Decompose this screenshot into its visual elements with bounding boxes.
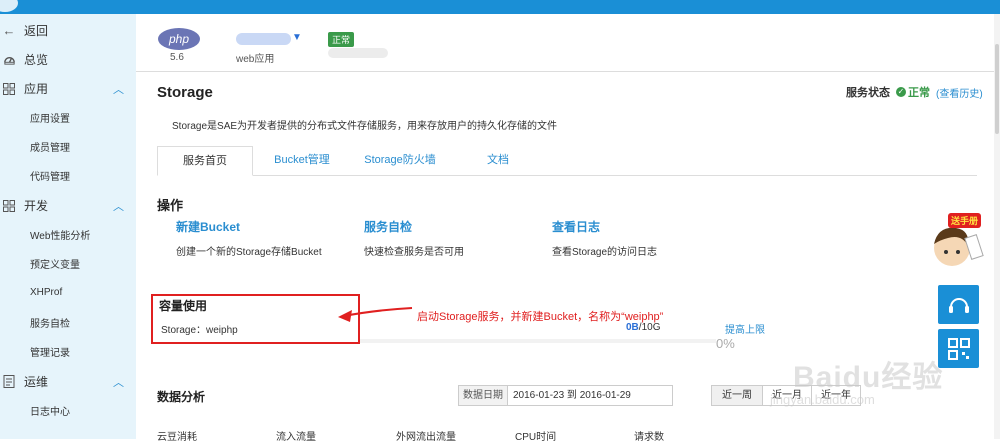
sidebar-overview[interactable]: 总览 <box>0 45 136 74</box>
tab-storage-firewall[interactable]: Storage防火墙 <box>357 146 443 176</box>
column-header: 外网流出流量 <box>396 432 456 443</box>
watermark: Baidu经验 <box>793 361 944 394</box>
app-domain-redacted <box>328 48 388 58</box>
top-bar <box>0 0 1000 14</box>
chevron-up-icon: ︿ <box>113 83 124 96</box>
sidebar-item-label: 代码管理 <box>30 172 70 183</box>
scrollbar[interactable] <box>994 14 1000 439</box>
view-logs-desc: 查看Storage的访问日志 <box>552 247 658 258</box>
grid-icon <box>2 82 16 96</box>
sidebar-item-web-perf[interactable]: Web性能分析 <box>0 220 136 249</box>
support-button[interactable] <box>938 285 979 324</box>
chevron-up-icon: ︿ <box>113 376 124 389</box>
sidebar-item-label: 服务自检 <box>30 319 70 330</box>
qrcode-icon <box>947 337 970 360</box>
service-status: 服务状态 ✓ 正常 (查看历史) <box>846 84 983 100</box>
raise-limit-link[interactable]: 提高上限 <box>725 321 765 336</box>
tab-bar: 服务首页 Bucket管理 Storage防火墙 文档 <box>157 146 977 176</box>
capacity-percent: 0% <box>716 336 735 351</box>
app-name-redacted[interactable] <box>236 33 291 45</box>
capacity-title: 容量使用 <box>159 299 208 313</box>
php-logo: php <box>158 28 200 50</box>
sidebar-section-dev[interactable]: 开发 ︿ <box>0 191 136 220</box>
analytics-title: 数据分析 <box>157 390 206 404</box>
sidebar-item-label: 成员管理 <box>30 143 70 154</box>
logo <box>0 0 18 12</box>
date-range-label: 数据日期 <box>458 385 508 406</box>
new-bucket-link[interactable]: 新建Bucket <box>176 218 240 235</box>
tab-bucket-management[interactable]: Bucket管理 <box>263 146 341 176</box>
sidebar-item-label: 应用设置 <box>30 114 70 125</box>
check-circle-icon: ✓ <box>896 87 906 97</box>
document-icon <box>2 375 16 389</box>
sidebar-app-label: 应用 <box>24 82 49 96</box>
app-status-badge: 正常 <box>328 32 355 47</box>
caret-down-icon[interactable]: ▼ <box>292 32 302 43</box>
self-check-link[interactable]: 服务自检 <box>364 218 412 235</box>
capacity-bucket-line: Storage：weiphp <box>161 325 238 336</box>
view-logs-link[interactable]: 查看日志 <box>552 218 600 235</box>
sidebar-item-label: XHProf <box>30 287 63 298</box>
qrcode-button[interactable] <box>938 329 979 368</box>
sidebar-back-label: 返回 <box>24 24 49 38</box>
operations-title: 操作 <box>157 198 184 213</box>
service-status-label: 服务状态 <box>846 87 890 99</box>
sidebar-overview-label: 总览 <box>24 53 49 67</box>
capacity-progress-bar <box>360 339 716 343</box>
sidebar-item-label: 预定义变量 <box>30 260 80 271</box>
sidebar-back[interactable]: ← 返回 <box>0 16 136 45</box>
column-header: CPU时间 <box>515 432 557 443</box>
app-header: php 5.6 ▼ web应用 正常 <box>136 14 1000 72</box>
tab-service-home[interactable]: 服务首页 <box>157 146 253 176</box>
tab-docs[interactable]: 文档 <box>473 146 523 176</box>
service-status-value: 正常 <box>908 87 930 99</box>
app-type: web应用 <box>236 54 275 65</box>
sidebar-item-predefined-vars[interactable]: 预定义变量 <box>0 249 136 278</box>
sidebar-item-log-center[interactable]: 日志中心 <box>0 396 136 425</box>
service-status-ok: ✓ 正常 <box>896 84 930 100</box>
sidebar-item-code[interactable]: 代码管理 <box>0 161 136 190</box>
headset-icon <box>948 297 969 313</box>
view-history-link[interactable]: (查看历史) <box>936 85 983 100</box>
sidebar-item-members[interactable]: 成员管理 <box>0 132 136 161</box>
new-bucket-desc: 创建一个新的Storage存储Bucket <box>176 247 322 258</box>
sidebar: ← 返回 总览 应用 ︿ 应用设置 成员管理 代码管理 开发 ︿ Web性能分析… <box>0 14 136 439</box>
range-week-button[interactable]: 近一周 <box>711 385 763 406</box>
sidebar-item-mgmt-log[interactable]: 管理记录 <box>0 337 136 366</box>
sidebar-dev-label: 开发 <box>24 199 49 213</box>
dashboard-icon <box>2 53 16 67</box>
column-header: 云豆消耗 <box>157 432 197 443</box>
sidebar-item-label: Web性能分析 <box>30 231 91 242</box>
mascot-tag[interactable]: 送手册 <box>948 213 982 228</box>
page-description: Storage是SAE为开发者提供的分布式文件存储服务，用来存放用户的持久化存储… <box>172 121 558 132</box>
grid-icon <box>2 199 16 213</box>
sidebar-item-label: 日志中心 <box>30 407 70 418</box>
annotation-arrow-icon <box>338 307 413 322</box>
capacity-total: /10G <box>638 322 661 333</box>
sidebar-ops-label: 运维 <box>24 375 49 389</box>
page-title: Storage <box>157 84 213 101</box>
column-header: 流入流量 <box>276 432 316 443</box>
chevron-up-icon: ︿ <box>113 200 124 213</box>
php-version: 5.6 <box>170 52 184 63</box>
capacity-usage: 0B/10G <box>626 322 660 333</box>
sidebar-section-ops[interactable]: 运维 ︿ <box>0 367 136 396</box>
watermark-url: jingyan.baidu.com <box>770 392 875 407</box>
sidebar-item-xhprof[interactable]: XHProf <box>0 278 136 307</box>
date-range-input[interactable]: 2016-01-23 到 2016-01-29 <box>507 385 673 406</box>
sidebar-section-app[interactable]: 应用 ︿ <box>0 74 136 103</box>
sidebar-item-label: 管理记录 <box>30 348 70 359</box>
sidebar-item-app-settings[interactable]: 应用设置 <box>0 103 136 132</box>
column-header: 请求数 <box>634 432 664 443</box>
arrow-left-icon: ← <box>2 23 16 38</box>
sidebar-item-self-check[interactable]: 服务自检 <box>0 308 136 337</box>
capacity-used: 0B <box>626 322 639 333</box>
self-check-desc: 快速检查服务是否可用 <box>364 247 464 258</box>
scrollbar-thumb[interactable] <box>995 44 999 134</box>
